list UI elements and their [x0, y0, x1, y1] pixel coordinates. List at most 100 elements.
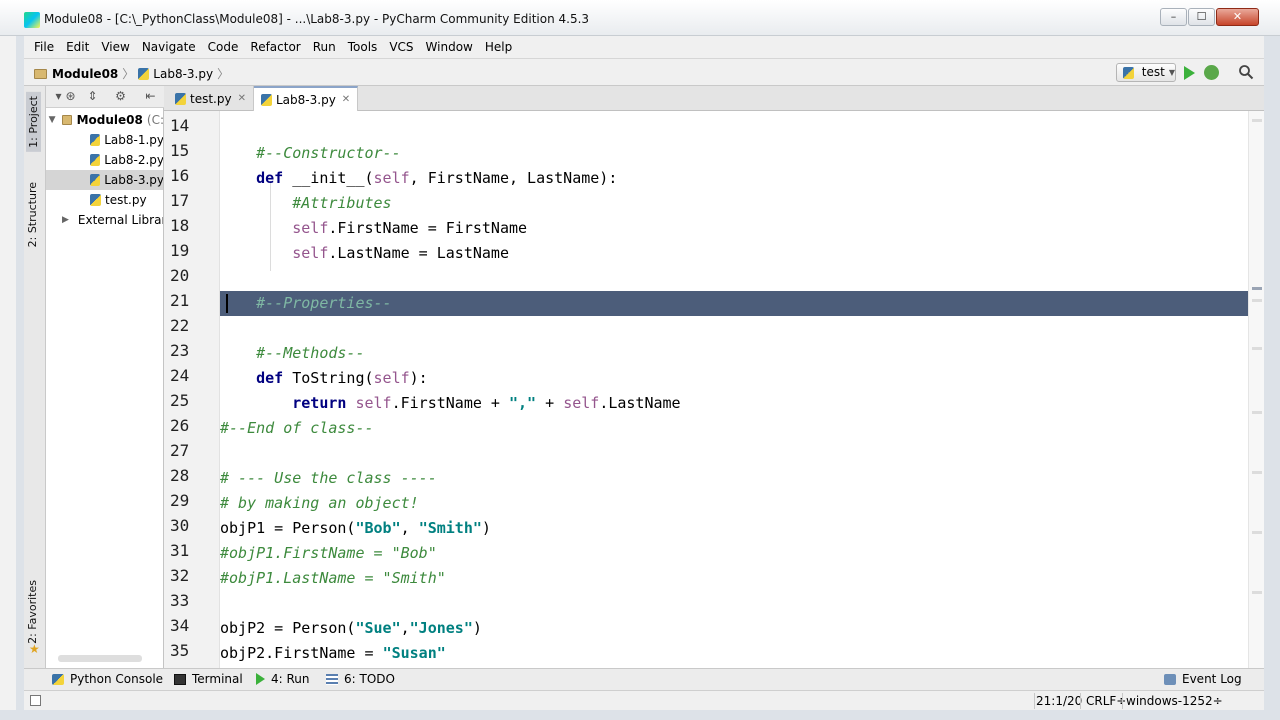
- menu-vcs[interactable]: VCS: [383, 40, 419, 54]
- stripe-marker: [1252, 287, 1262, 290]
- menu-view[interactable]: View: [95, 40, 135, 54]
- tree-item-label: Lab8-2.py: [104, 153, 164, 167]
- close-icon[interactable]: ✕: [342, 94, 350, 105]
- breadcrumb-file[interactable]: Lab8-3.py: [153, 67, 213, 81]
- line-number: 35: [170, 641, 190, 660]
- menu-code[interactable]: Code: [202, 40, 245, 54]
- code-line: objP1 = Person("Bob", "Smith"): [220, 519, 491, 537]
- terminal-icon: [174, 673, 186, 685]
- event-log-button[interactable]: Event Log: [1164, 672, 1242, 686]
- tree-item-file[interactable]: Lab8-1.py: [46, 130, 163, 150]
- caret-position[interactable]: 21:1/20: [1036, 694, 1082, 708]
- code-line-current: #--Properties--: [220, 291, 1260, 316]
- editor-gutter[interactable]: 14 15 16 17 18 19 20 21 22 23 24 25 26 2…: [164, 111, 220, 668]
- code-line: return self.FirstName + "," + self.LastN…: [292, 394, 681, 412]
- locate-icon[interactable]: ⊛: [64, 90, 77, 103]
- menu-file[interactable]: File: [28, 40, 60, 54]
- run-icon[interactable]: [1184, 66, 1195, 80]
- line-number: 29: [170, 491, 190, 510]
- collapse-all-icon[interactable]: ⇕: [86, 90, 99, 103]
- python-file-icon: [1123, 66, 1134, 79]
- hide-panel-icon[interactable]: ⇤: [144, 90, 157, 103]
- bottom-tool-bar: Python Console Terminal 4: Run 6: TODO E…: [24, 668, 1264, 690]
- folder-icon: [34, 68, 47, 79]
- run-tool-button[interactable]: 4: Run: [256, 672, 310, 686]
- line-number: 15: [170, 141, 190, 160]
- code-line: #--Constructor--: [220, 144, 401, 162]
- tab-test-py[interactable]: test.py ✕: [168, 86, 254, 111]
- tree-item-external-libraries[interactable]: ▶ External Librari: [46, 210, 164, 230]
- tree-item-file-selected[interactable]: Lab8-3.py: [46, 170, 163, 190]
- line-number: 32: [170, 566, 190, 585]
- line-number: 33: [170, 591, 190, 610]
- gear-icon[interactable]: ⚙: [114, 90, 127, 103]
- line-number: 17: [170, 191, 190, 210]
- menu-bar: File Edit View Navigate Code Refactor Ru…: [24, 36, 1264, 58]
- tree-item-label: External Librari: [77, 213, 164, 227]
- close-button[interactable]: ✕: [1216, 8, 1259, 26]
- window-title: Module08 - [C:\_PythonClass\Module08] - …: [44, 12, 590, 26]
- terminal-button[interactable]: Terminal: [174, 672, 243, 686]
- horizontal-scrollbar[interactable]: [58, 655, 142, 662]
- todo-button[interactable]: 6: TODO: [326, 672, 395, 686]
- tab-project[interactable]: 1: Project: [26, 92, 41, 152]
- menu-navigate[interactable]: Navigate: [136, 40, 202, 54]
- python-console-button[interactable]: Python Console: [52, 672, 163, 686]
- menu-window[interactable]: Window: [420, 40, 479, 54]
- tree-item-module08[interactable]: ▼ Module08 (C:: [46, 110, 163, 130]
- line-number: 25: [170, 391, 190, 410]
- navigation-bar: Module08 〉 Lab8-3.py 〉 test ▼: [24, 58, 1264, 86]
- tab-structure[interactable]: 2: Structure: [26, 182, 39, 247]
- terminal-label: Terminal: [192, 672, 243, 686]
- run-config-select[interactable]: test ▼: [1116, 63, 1176, 82]
- menu-help[interactable]: Help: [479, 40, 518, 54]
- line-number: 20: [170, 266, 190, 285]
- tab-favorites[interactable]: 2: Favorites: [26, 580, 39, 644]
- stripe-marker: [1252, 471, 1262, 474]
- python-console-icon: [52, 673, 64, 685]
- code-line: #--Methods--: [220, 344, 365, 362]
- search-icon[interactable]: [1238, 64, 1254, 80]
- line-number: 28: [170, 466, 190, 485]
- tool-windows-toggle-icon[interactable]: [30, 695, 41, 706]
- python-file-icon: [175, 92, 186, 105]
- menu-refactor[interactable]: Refactor: [244, 40, 306, 54]
- tab-lab8-3-py[interactable]: Lab8-3.py ✕: [254, 86, 359, 111]
- file-encoding[interactable]: windows-1252÷: [1126, 694, 1223, 708]
- code-line: # by making an object!: [220, 494, 419, 512]
- tree-item-label: Module08: [76, 113, 143, 127]
- menu-tools[interactable]: Tools: [342, 40, 384, 54]
- line-separator[interactable]: CRLF÷: [1086, 694, 1126, 708]
- run-config-label: test: [1141, 65, 1165, 79]
- todo-label: 6: TODO: [344, 672, 395, 686]
- expand-arrow-icon[interactable]: ▶: [62, 215, 69, 225]
- maximize-button[interactable]: ☐: [1188, 8, 1215, 26]
- debug-icon[interactable]: [1204, 65, 1219, 80]
- breadcrumb-project[interactable]: Module08: [52, 67, 118, 81]
- tree-item-file[interactable]: Lab8-2.py: [46, 150, 164, 170]
- menu-edit[interactable]: Edit: [60, 40, 95, 54]
- window-titlebar: Module08 - [C:\_PythonClass\Module08] - …: [0, 0, 1280, 36]
- close-icon[interactable]: ✕: [238, 93, 246, 104]
- line-number: 23: [170, 341, 190, 360]
- code-editor[interactable]: #--Constructor-- def __init__(self, Firs…: [220, 111, 1260, 668]
- tree-item-file[interactable]: test.py: [46, 190, 163, 210]
- stripe-marker: [1252, 347, 1262, 350]
- line-number: 27: [170, 441, 190, 460]
- menu-run[interactable]: Run: [307, 40, 342, 54]
- minimize-button[interactable]: –: [1160, 8, 1187, 26]
- expand-arrow-icon[interactable]: ▼: [48, 115, 56, 125]
- line-number: 14: [170, 116, 190, 135]
- python-file-icon: [261, 93, 272, 106]
- python-file-icon: [90, 134, 101, 146]
- project-tree: ▼ Module08 (C: Lab8-1.py Lab8-2.py Lab8-…: [46, 108, 164, 668]
- line-number: 18: [170, 216, 190, 235]
- code-line: # --- Use the class ----: [220, 469, 437, 487]
- error-stripe[interactable]: [1248, 111, 1264, 668]
- line-number: 22: [170, 316, 190, 335]
- window-frame-left: [16, 36, 24, 710]
- code-line: objP2 = Person("Sue","Jones"): [220, 619, 482, 637]
- chevron-right-icon: 〉: [122, 67, 135, 81]
